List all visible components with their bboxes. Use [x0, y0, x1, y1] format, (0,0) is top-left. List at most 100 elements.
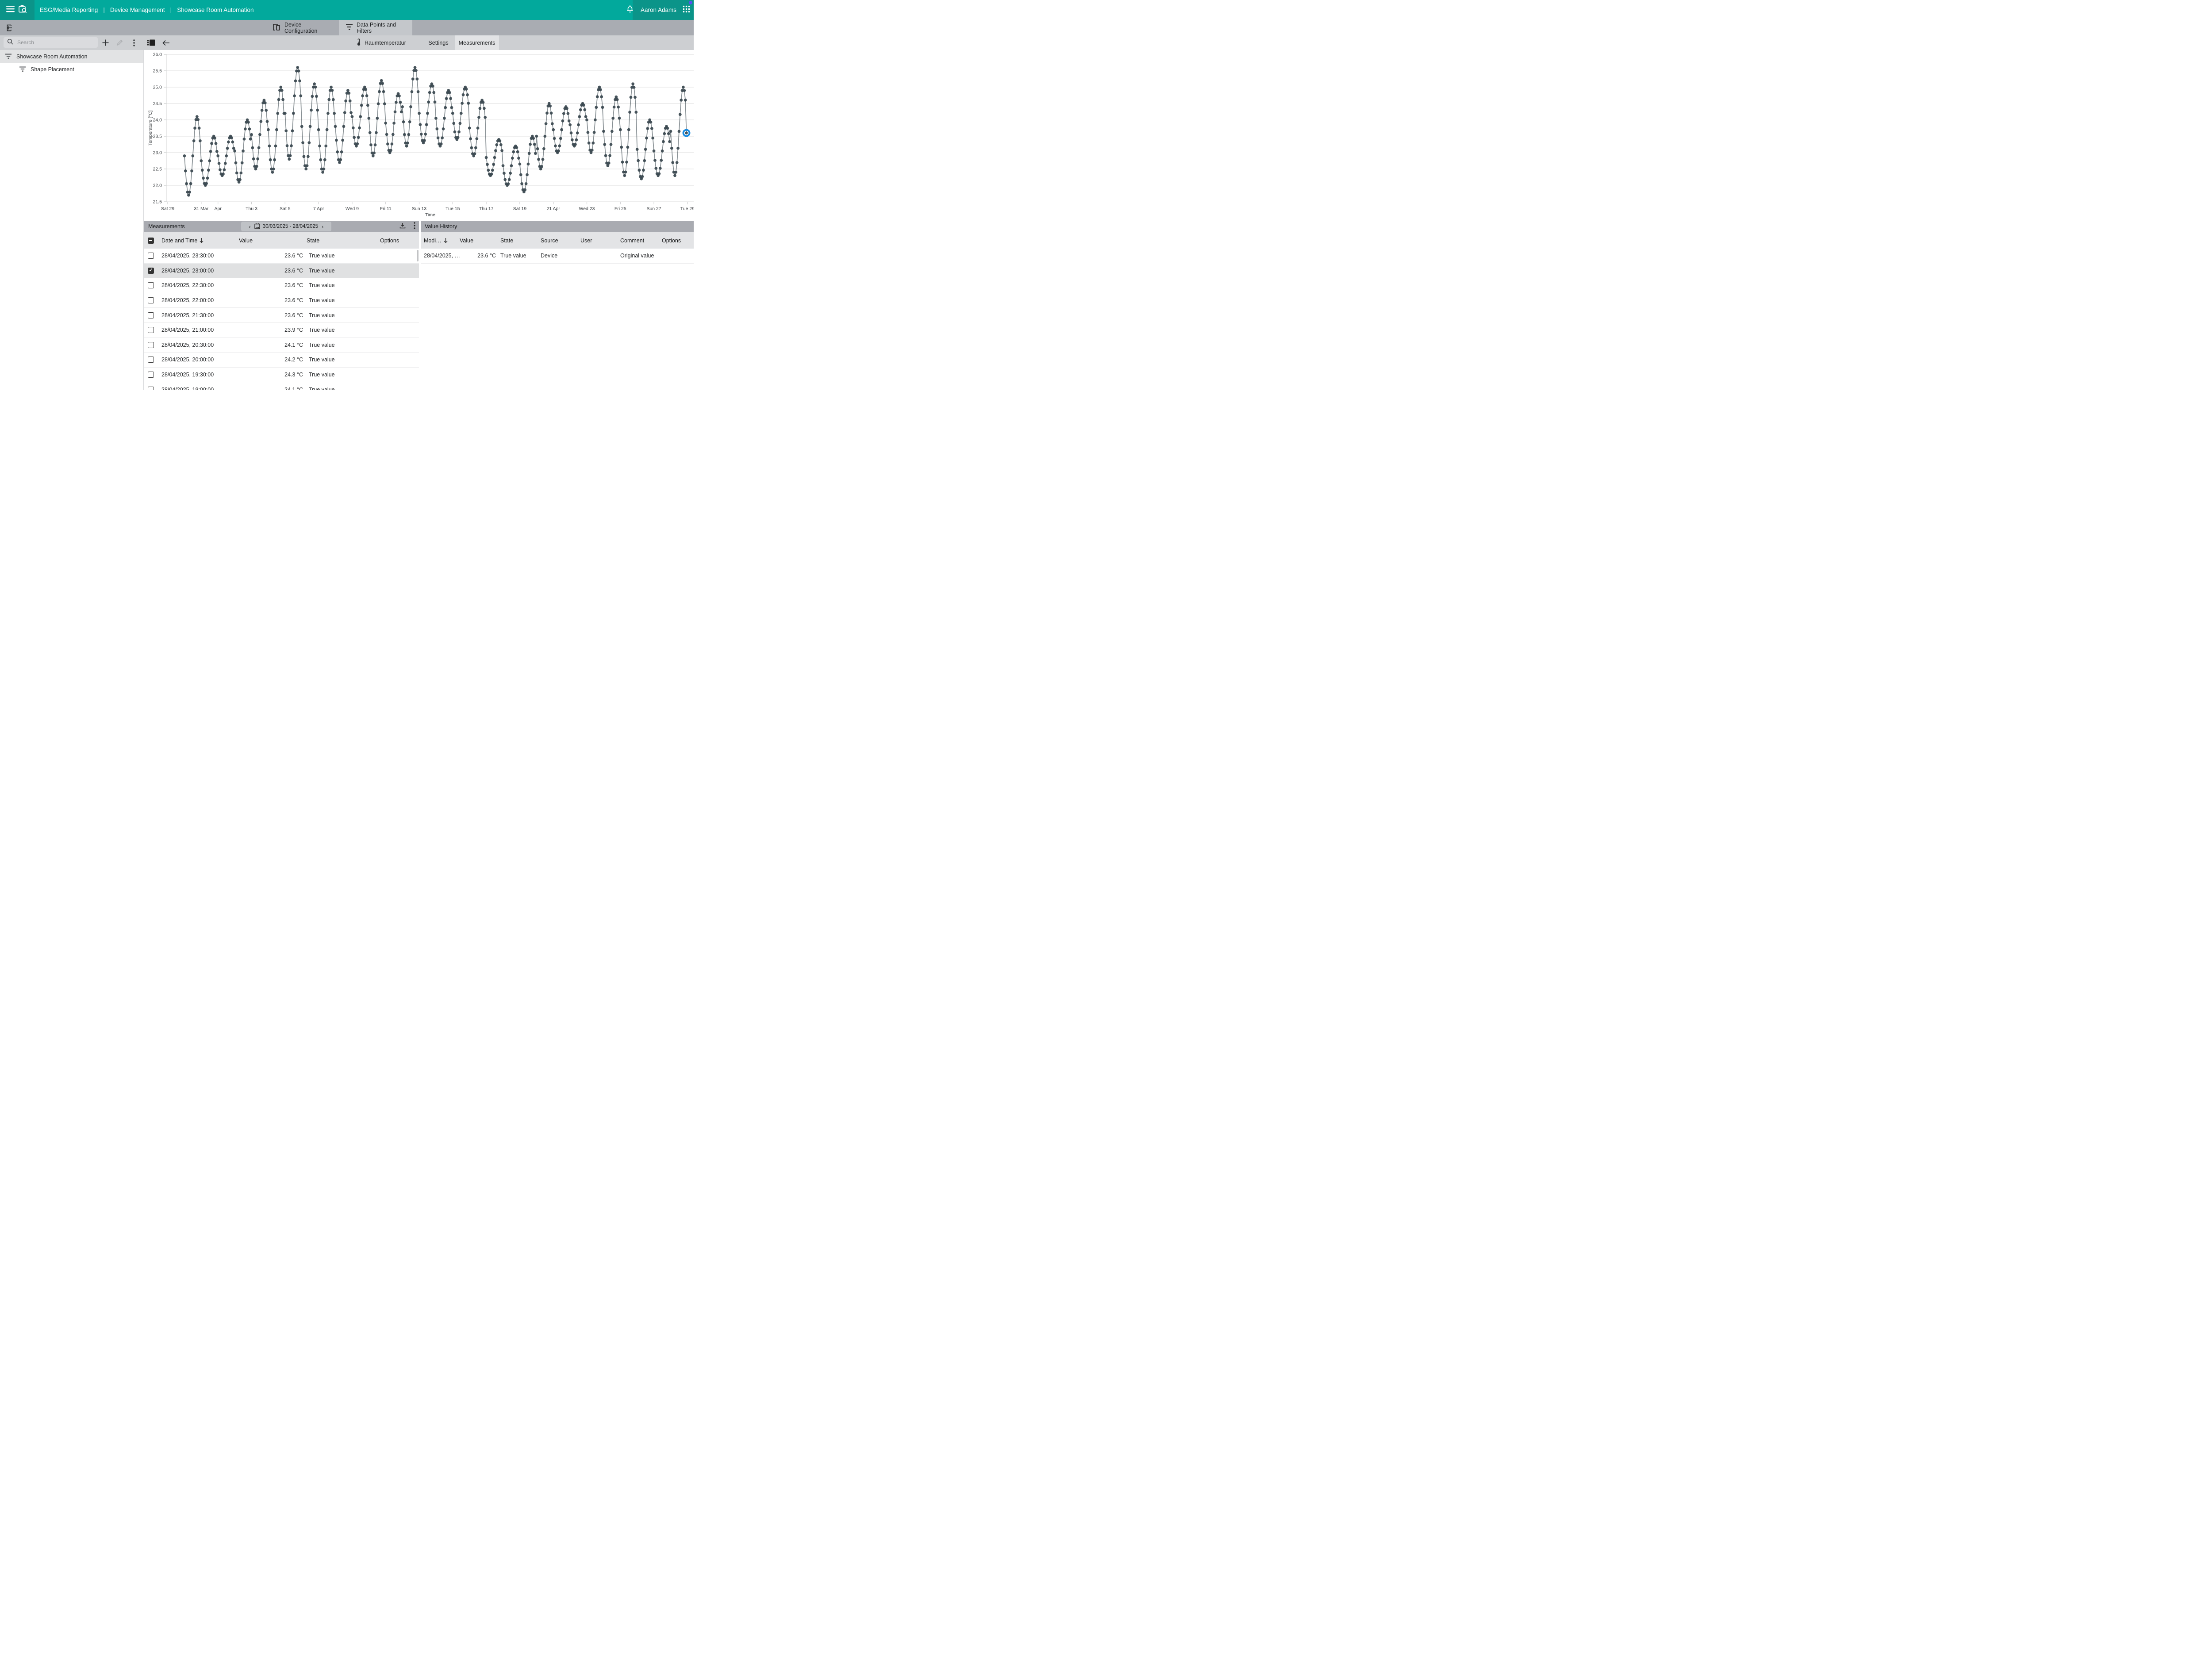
sort-desc-icon: [199, 238, 204, 243]
measurement-row[interactable]: 28/04/2025, 21:30:0023.6 °CTrue value: [144, 308, 419, 323]
svg-text:Sat 19: Sat 19: [513, 206, 527, 211]
kebab-menu-icon[interactable]: [414, 222, 415, 231]
tab-device-configuration[interactable]: Device Configuration: [265, 20, 339, 35]
measurement-row[interactable]: 28/04/2025, 23:00:0023.6 °CTrue value: [144, 264, 419, 279]
back-arrow-button[interactable]: [160, 35, 172, 50]
cell-value: 23.6 °C: [259, 308, 303, 322]
search-input[interactable]: [16, 39, 89, 46]
cell-datetime: 28/04/2025, 22:00:00: [161, 293, 214, 308]
svg-text:21.5: 21.5: [153, 199, 162, 205]
row-checkbox[interactable]: [148, 368, 154, 382]
value-history-panel-header: Value History: [421, 221, 694, 232]
apps-grid-icon[interactable]: [683, 5, 690, 15]
calendar-icon: [254, 223, 260, 230]
panel-title: Value History: [425, 223, 457, 230]
cell-datetime: 28/04/2025, 22:30:00: [161, 278, 214, 293]
measurement-row[interactable]: 28/04/2025, 20:00:0024.2 °CTrue value: [144, 353, 419, 368]
column-value[interactable]: Value: [460, 232, 473, 249]
svg-text:22.5: 22.5: [153, 167, 162, 172]
tree-item-shape-placement[interactable]: Shape Placement: [0, 63, 143, 76]
cell-state: True value: [309, 323, 335, 337]
row-checkbox[interactable]: [148, 323, 154, 337]
column-source[interactable]: Source: [541, 232, 558, 249]
purple-indicator-dot: [689, 1, 692, 4]
svg-text:25.0: 25.0: [153, 85, 162, 90]
add-button[interactable]: [99, 35, 111, 50]
measurement-row[interactable]: 28/04/2025, 21:00:0023.9 °CTrue value: [144, 323, 419, 338]
measurement-row[interactable]: 28/04/2025, 23:30:0023.6 °CTrue value: [144, 249, 419, 264]
cell-state: True value: [309, 382, 335, 390]
hamburger-menu-icon[interactable]: [6, 6, 15, 15]
search-box[interactable]: [4, 37, 98, 48]
value-history-panel: Value History Modi… Value State Source U…: [421, 221, 694, 390]
cell-state: True value: [309, 338, 335, 353]
value-history-row[interactable]: 28/04/2025, …23.6 °CTrue valueDeviceOrig…: [421, 249, 694, 264]
breadcrumb-item[interactable]: Showcase Room Automation: [177, 7, 253, 13]
notification-bell-icon[interactable]: [626, 4, 634, 16]
cell-datetime: 28/04/2025, 21:30:00: [161, 308, 214, 322]
cell-value: 24.3 °C: [259, 368, 303, 382]
column-options[interactable]: Options: [380, 232, 399, 249]
column-comment[interactable]: Comment: [620, 232, 644, 249]
tab-settings[interactable]: Settings: [426, 35, 451, 50]
svg-text:Fri 11: Fri 11: [380, 206, 392, 211]
cell-value: 23.6 °C: [259, 293, 303, 308]
tab-measurements[interactable]: Measurements: [455, 35, 499, 50]
svg-text:24.0: 24.0: [153, 118, 162, 123]
user-menu[interactable]: Aaron Adams: [641, 7, 676, 13]
row-checkbox[interactable]: [148, 353, 154, 367]
svg-text:Sun 27: Sun 27: [646, 206, 661, 211]
breadcrumb-item[interactable]: ESG/Media Reporting: [40, 7, 98, 13]
row-checkbox[interactable]: [148, 338, 154, 353]
row-checkbox[interactable]: [148, 382, 154, 390]
column-user[interactable]: User: [580, 232, 592, 249]
measurement-row[interactable]: 28/04/2025, 20:30:00 24.1 °C True value: [144, 338, 419, 353]
svg-text:Wed 23: Wed 23: [579, 206, 595, 211]
row-checkbox[interactable]: [148, 278, 154, 293]
cell-state: True value: [309, 353, 335, 367]
cell-value: 24.1 °C: [259, 338, 303, 353]
tree-item-showcase-room-automation[interactable]: Showcase Room Automation: [0, 50, 143, 63]
svg-text:Tue 29: Tue 29: [680, 206, 694, 211]
column-value[interactable]: Value: [239, 232, 253, 249]
column-date-and-time[interactable]: Date and Time: [161, 232, 204, 249]
date-range-picker[interactable]: ‹ 30/03/2025 - 28/04/2025 ›: [241, 222, 331, 231]
cell-value: 23.6 °C: [259, 264, 303, 278]
measurement-row[interactable]: 28/04/2025, 19:30:0024.3 °CTrue value: [144, 368, 419, 383]
breadcrumb-item[interactable]: Device Management: [110, 7, 165, 13]
cell-state: True value: [309, 368, 335, 382]
vertical-scrollbar[interactable]: [417, 250, 419, 261]
row-checkbox[interactable]: [148, 293, 154, 308]
row-checkbox[interactable]: [148, 249, 154, 263]
svg-text:Temperature [°C]: Temperature [°C]: [148, 111, 153, 146]
cell-datetime: 28/04/2025, 20:30:00: [161, 338, 214, 353]
row-checkbox[interactable]: [148, 308, 154, 322]
tab-data-points-and-filters[interactable]: Data Points and Filters: [339, 20, 412, 35]
select-all-checkbox[interactable]: [148, 232, 154, 249]
svg-text:7 Apr: 7 Apr: [313, 206, 324, 211]
cell-state: True value: [309, 293, 335, 308]
measurement-row[interactable]: 28/04/2025, 19:00:0024.1 °CTrue value: [144, 382, 419, 390]
svg-text:Wed 9: Wed 9: [346, 206, 359, 211]
value-history-table-header: Modi… Value State Source User Comment Op…: [421, 232, 694, 249]
column-options[interactable]: Options: [662, 232, 681, 249]
column-modified[interactable]: Modi…: [424, 232, 448, 249]
device-search-icon[interactable]: [18, 4, 28, 16]
download-icon[interactable]: [399, 222, 406, 231]
filter-icon: [346, 24, 353, 31]
collapse-panel-button[interactable]: [4, 22, 15, 33]
column-state[interactable]: State: [500, 232, 513, 249]
measurement-row[interactable]: 28/04/2025, 22:30:0023.6 °CTrue value: [144, 278, 419, 293]
more-options-button[interactable]: [128, 35, 140, 50]
row-checkbox[interactable]: [148, 264, 154, 278]
cell-value: 24.2 °C: [259, 353, 303, 367]
previous-range-chevron[interactable]: ‹: [248, 223, 251, 230]
svg-text:22.0: 22.0: [153, 183, 162, 188]
side-panel-layout-icon[interactable]: [145, 35, 157, 50]
next-range-chevron[interactable]: ›: [321, 223, 324, 230]
edit-button[interactable]: [113, 35, 126, 50]
breadcrumb-separator: |: [170, 7, 172, 13]
measurement-row[interactable]: 28/04/2025, 22:00:00 23.6 °C True value: [144, 293, 419, 308]
temperature-time-series-chart[interactable]: 26.025.525.024.524.023.523.022.522.021.5…: [144, 50, 694, 220]
column-state[interactable]: State: [307, 232, 319, 249]
